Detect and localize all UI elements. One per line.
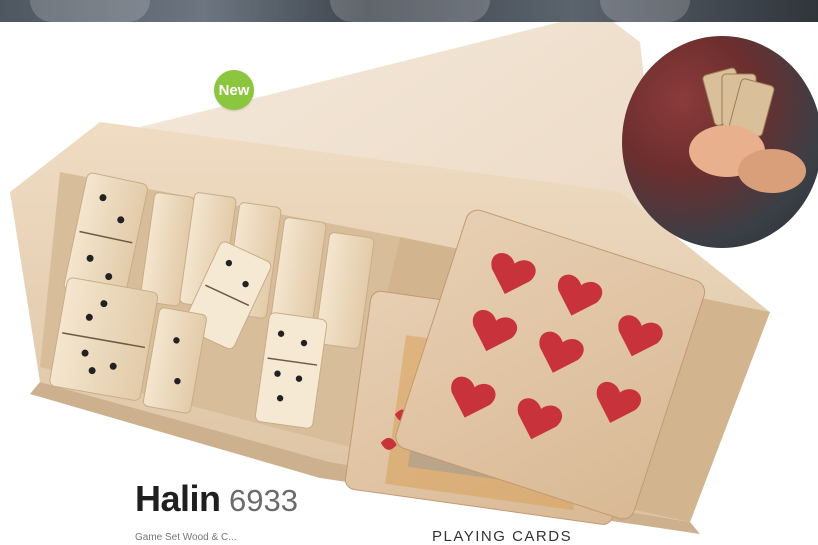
inset-photo-hands-cards [622, 36, 818, 248]
product-number: 6933 [228, 483, 298, 518]
product-title: Halin 6933 [135, 478, 298, 520]
product-category: PLAYING CARDS [432, 528, 573, 545]
new-badge: New [214, 70, 254, 110]
product-name: Halin [135, 478, 221, 519]
product-subtitle: Game Set Wood & C... [135, 532, 237, 543]
header-photo-strip [0, 0, 818, 22]
